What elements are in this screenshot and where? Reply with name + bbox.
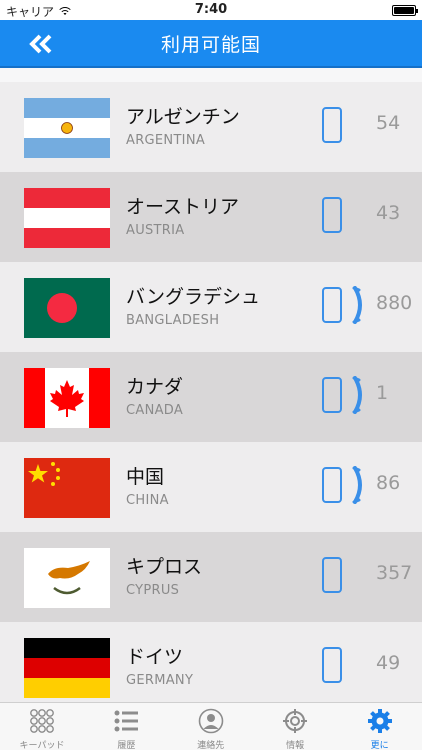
flag-china [24,458,110,518]
country-name-ja: キプロス [126,556,203,578]
gear-icon [367,708,393,734]
country-row-austria[interactable]: オーストリア AUSTRIA 43 [0,172,422,262]
nav-bar: 利用可能国 [0,20,422,68]
country-name-ja: カナダ [126,376,184,398]
tab-bar: キーパッド 履歴 連絡先 情報 更に [0,702,422,750]
mobile-phone-icon [322,557,342,593]
tab-info-target[interactable]: 情報 [253,703,337,750]
country-name-en: BANGLADESH [126,313,220,328]
country-row-argentina[interactable]: アルゼンチン ARGENTINA 54 [0,82,422,172]
country-name-ja: バングラデシュ [126,286,260,308]
tab-label: 更に [370,741,389,750]
country-list[interactable]: アルゼンチン ARGENTINA 54 オーストリア AUSTRIA 43 バングラデシュ B… [0,82,422,702]
landline-handset-icon [352,466,366,504]
country-name-en: ARGENTINA [126,133,206,148]
country-code: 43 [376,202,401,224]
list-top-spacer [0,68,422,82]
mobile-phone-icon [322,647,342,683]
mobile-phone-icon [322,107,342,143]
country-row-canada[interactable]: カナダ CANADA 1 [0,352,422,442]
mobile-phone-icon [322,377,342,413]
landline-handset-icon [352,376,366,414]
country-name-ja: オーストリア [126,196,240,218]
country-name-en: GERMANY [126,673,194,688]
tab-keypad[interactable]: キーパッド [0,703,84,750]
flag-bangladesh [24,278,110,338]
flag-germany [24,638,110,698]
country-name-ja: アルゼンチン [126,106,240,128]
country-row-cyprus[interactable]: キプロス CYPRUS 357 [0,532,422,622]
country-code: 86 [376,472,401,494]
keypad-icon [29,708,55,734]
tab-gear[interactable]: 更に [338,703,422,750]
tab-label: 連絡先 [197,741,225,750]
mobile-phone-icon [322,287,342,323]
country-name-en: CHINA [126,493,169,508]
flag-austria [24,188,110,248]
status-bar: キャリア 7:40 [0,0,422,20]
country-name-ja: ドイツ [126,646,184,668]
country-code: 1 [376,382,389,404]
contacts-icon [198,708,224,734]
country-name-en: AUSTRIA [126,223,185,238]
flag-argentina [24,98,110,158]
tab-label: 履歴 [117,741,136,750]
country-code: 880 [376,292,413,314]
history-list-icon [113,708,139,734]
country-code: 54 [376,112,401,134]
tab-contacts[interactable]: 連絡先 [169,703,253,750]
country-name-en: CYPRUS [126,583,180,598]
mobile-phone-icon [322,467,342,503]
tab-label: キーパッド [19,741,65,750]
battery-icon [392,5,418,16]
landline-handset-icon [352,286,366,324]
country-name-en: CANADA [126,403,184,418]
flag-cyprus [24,548,110,608]
mobile-phone-icon [322,197,342,233]
flag-canada [24,368,110,428]
country-code: 49 [376,652,401,674]
country-code: 357 [376,562,413,584]
tab-label: 情報 [286,741,305,750]
country-name-ja: 中国 [126,466,165,488]
info-target-icon [282,708,308,734]
country-row-bangladesh[interactable]: バングラデシュ BANGLADESH 880 [0,262,422,352]
country-row-china[interactable]: 中国 CHINA 86 [0,442,422,532]
status-time: 7:40 [194,2,228,17]
tab-history-list[interactable]: 履歴 [84,703,168,750]
page-title: 利用可能国 [160,34,261,56]
country-row-germany[interactable]: ドイツ GERMANY 49 [0,622,422,702]
